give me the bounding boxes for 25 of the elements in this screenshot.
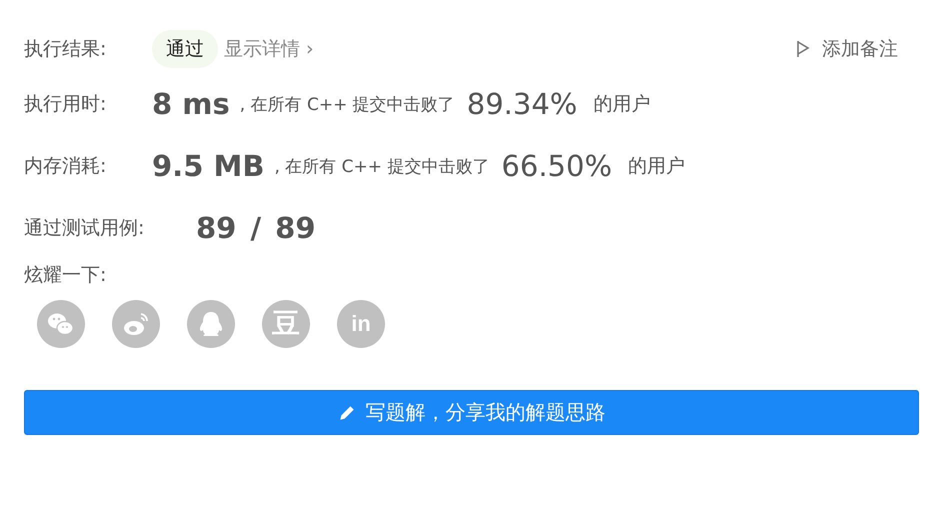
stat-value: 8 ms bbox=[152, 87, 230, 121]
write-solution-button[interactable]: 写题解，分享我的解题思路 bbox=[24, 390, 919, 435]
details-link[interactable]: 显示详情 › bbox=[224, 36, 314, 62]
chat-bubbles-icon[interactable] bbox=[37, 300, 85, 348]
stat-value: 9.5 MB bbox=[152, 149, 264, 183]
stat-label: 内存消耗: bbox=[24, 154, 108, 179]
penguin-icon[interactable] bbox=[187, 300, 235, 348]
douban-icon[interactable]: 豆 bbox=[262, 300, 310, 348]
stat-suffix: 的用户 bbox=[593, 92, 650, 117]
stat-suffix: 的用户 bbox=[628, 154, 685, 179]
stat-text: , 在所有 C++ 提交中击败了 bbox=[274, 156, 490, 178]
tests-value: 89 / 89 bbox=[196, 211, 316, 245]
result-label: 执行结果: bbox=[24, 37, 108, 62]
stat-label: 执行用时: bbox=[24, 92, 108, 117]
stat-text: , 在所有 C++ 提交中击败了 bbox=[240, 94, 455, 116]
pencil-icon bbox=[338, 404, 356, 422]
stat-percent: 89.34% bbox=[466, 87, 578, 121]
add-note-button[interactable]: 添加备注 bbox=[796, 36, 898, 62]
eye-waves-icon[interactable] bbox=[112, 300, 160, 348]
stat-percent: 66.50% bbox=[501, 149, 612, 183]
share-label: 炫耀一下: bbox=[24, 263, 108, 288]
flag-icon bbox=[796, 40, 810, 58]
tests-label: 通过测试用例: bbox=[24, 216, 146, 241]
linkedin-icon[interactable]: in bbox=[337, 300, 385, 348]
status-badge: 通过 bbox=[152, 30, 218, 68]
